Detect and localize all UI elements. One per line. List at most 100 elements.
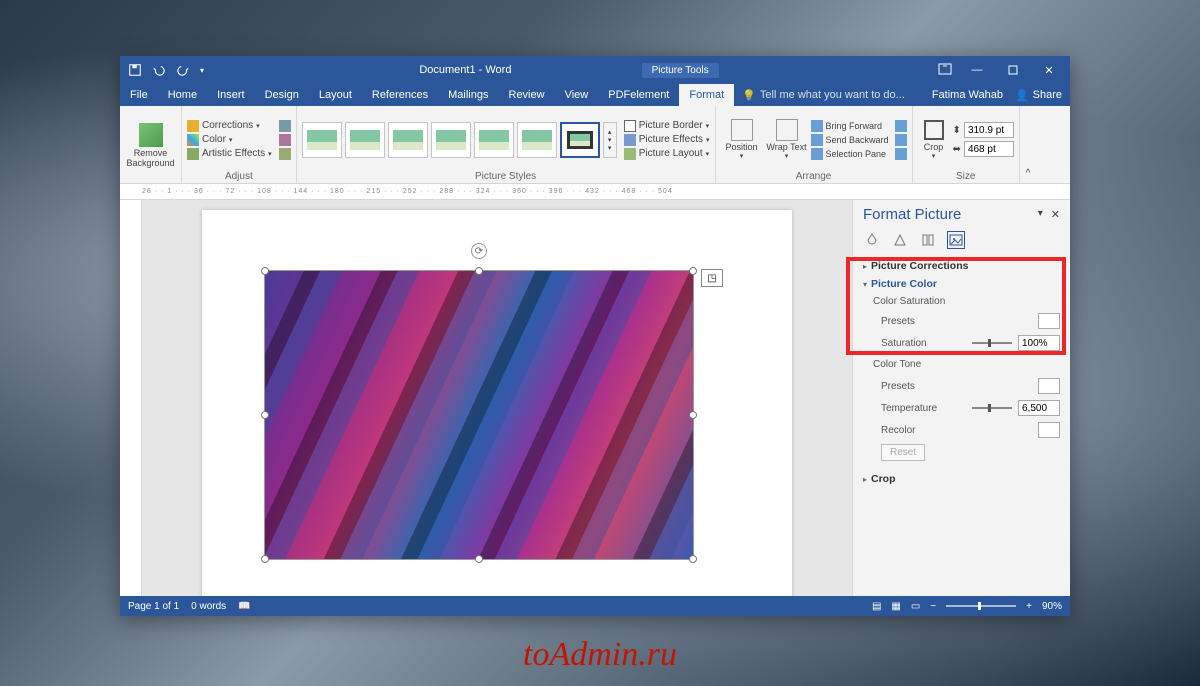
tell-me-search[interactable]: 💡 Tell me what you want to do... [734, 84, 924, 106]
resize-handle-rc[interactable] [689, 411, 697, 419]
resize-handle-bl[interactable] [261, 555, 269, 563]
picture-style-6[interactable] [517, 122, 557, 158]
resize-handle-tl[interactable] [261, 267, 269, 275]
pane-options-icon[interactable]: ▾ [1038, 208, 1043, 221]
read-mode-icon[interactable]: ▤ [872, 601, 881, 612]
redo-icon[interactable] [176, 63, 190, 77]
picture-styles-more[interactable]: ▴▾▾ [603, 122, 617, 158]
picture-style-2[interactable] [345, 122, 385, 158]
change-picture-icon[interactable] [279, 134, 291, 146]
width-icon: ⬌ [953, 144, 961, 155]
selection-pane-button[interactable]: Selection Pane [811, 148, 889, 160]
undo-icon[interactable] [152, 63, 166, 77]
zoom-in-button[interactable]: + [1026, 601, 1032, 612]
remove-background-button[interactable]: Remove Background [125, 123, 176, 169]
backward-icon [811, 134, 823, 146]
tab-file[interactable]: File [120, 84, 158, 106]
tab-format[interactable]: Format [679, 84, 734, 106]
rotate-handle[interactable]: ⟳ [471, 243, 487, 259]
tone-presets-button[interactable] [1038, 378, 1060, 394]
pane-tab-fill[interactable] [863, 231, 881, 249]
position-button[interactable]: Position▾ [721, 119, 763, 161]
zoom-level[interactable]: 90% [1042, 601, 1062, 612]
tab-design[interactable]: Design [255, 84, 309, 106]
document-canvas[interactable]: ⟳ ◳ [142, 200, 852, 596]
tab-review[interactable]: Review [499, 84, 555, 106]
temperature-input[interactable] [1018, 400, 1060, 416]
remove-bg-label: Remove Background [125, 149, 176, 169]
adjust-group-label: Adjust [187, 170, 291, 182]
picture-color-section[interactable]: Picture Color [863, 275, 1060, 293]
position-icon [731, 119, 753, 141]
width-input[interactable] [964, 141, 1014, 157]
pane-close-icon[interactable]: ✕ [1051, 208, 1060, 221]
tab-home[interactable]: Home [158, 84, 207, 106]
tab-layout[interactable]: Layout [309, 84, 362, 106]
compress-icon[interactable] [279, 120, 291, 132]
picture-style-5[interactable] [474, 122, 514, 158]
saturation-input[interactable] [1018, 335, 1060, 351]
crop-icon [924, 120, 944, 140]
wrap-text-button[interactable]: Wrap Text▾ [766, 119, 808, 161]
recolor-button[interactable] [1038, 422, 1060, 438]
recolor-label: Recolor [873, 425, 915, 436]
zoom-out-button[interactable]: − [930, 601, 936, 612]
picture-style-7[interactable] [560, 122, 600, 158]
height-input[interactable] [964, 122, 1014, 138]
tab-view[interactable]: View [555, 84, 599, 106]
ribbon-group-remove-bg: Remove Background [120, 106, 182, 183]
pane-tab-effects[interactable] [891, 231, 909, 249]
reset-picture-icon[interactable] [279, 148, 291, 160]
group-icon[interactable] [895, 134, 907, 146]
pane-tab-picture[interactable] [947, 231, 965, 249]
send-backward-button[interactable]: Send Backward [811, 134, 889, 146]
save-icon[interactable] [128, 63, 142, 77]
picture-style-3[interactable] [388, 122, 428, 158]
height-icon: ⬍ [953, 125, 961, 136]
minimize-button[interactable]: — [966, 62, 988, 78]
corrections-button[interactable]: Corrections▾ [187, 120, 272, 132]
resize-handle-lc[interactable] [261, 411, 269, 419]
bring-forward-button[interactable]: Bring Forward [811, 120, 889, 132]
web-layout-icon[interactable]: ▭ [911, 601, 920, 612]
rotate-icon[interactable] [895, 148, 907, 160]
picture-layout-button[interactable]: Picture Layout▾ [624, 148, 710, 160]
picture-corrections-section[interactable]: Picture Corrections [863, 257, 1060, 275]
picture-border-button[interactable]: Picture Border▾ [624, 120, 710, 132]
crop-section[interactable]: Crop [863, 470, 1060, 488]
saturation-slider[interactable] [972, 342, 1012, 344]
picture-effects-button[interactable]: Picture Effects▾ [624, 134, 710, 146]
resize-handle-tc[interactable] [475, 267, 483, 275]
page-status[interactable]: Page 1 of 1 [128, 601, 179, 612]
crop-button[interactable]: Crop▾ [918, 120, 950, 160]
temperature-slider[interactable] [972, 407, 1012, 409]
picture-style-4[interactable] [431, 122, 471, 158]
tab-pdfelement[interactable]: PDFelement [598, 84, 679, 106]
artistic-effects-button[interactable]: Artistic Effects▾ [187, 148, 272, 160]
picture-style-1[interactable] [302, 122, 342, 158]
reset-button[interactable]: Reset [881, 444, 925, 461]
user-name[interactable]: Fatima Wahab [932, 89, 1003, 101]
tab-insert[interactable]: Insert [207, 84, 255, 106]
collapse-ribbon-button[interactable]: ^ [1020, 106, 1036, 183]
color-button[interactable]: Color▾ [187, 134, 272, 146]
chevron-down-icon: ▾ [256, 122, 260, 130]
resize-handle-tr[interactable] [689, 267, 697, 275]
layout-options-button[interactable]: ◳ [701, 269, 723, 287]
maximize-button[interactable] [1002, 62, 1024, 78]
print-layout-icon[interactable]: ▦ [891, 601, 900, 612]
close-button[interactable]: ✕ [1038, 62, 1060, 78]
tab-mailings[interactable]: Mailings [438, 84, 498, 106]
spellcheck-icon[interactable]: 📖 [238, 601, 250, 612]
saturation-presets-button[interactable] [1038, 313, 1060, 329]
selected-picture[interactable]: ⟳ ◳ [264, 270, 694, 560]
pane-tab-layout[interactable] [919, 231, 937, 249]
resize-handle-bc[interactable] [475, 555, 483, 563]
align-icon[interactable] [895, 120, 907, 132]
zoom-slider[interactable] [946, 605, 1016, 607]
share-button[interactable]: 👤 Share [1015, 89, 1062, 102]
word-count[interactable]: 0 words [191, 601, 226, 612]
tab-references[interactable]: References [362, 84, 438, 106]
resize-handle-br[interactable] [689, 555, 697, 563]
ribbon-display-icon[interactable] [938, 63, 952, 78]
